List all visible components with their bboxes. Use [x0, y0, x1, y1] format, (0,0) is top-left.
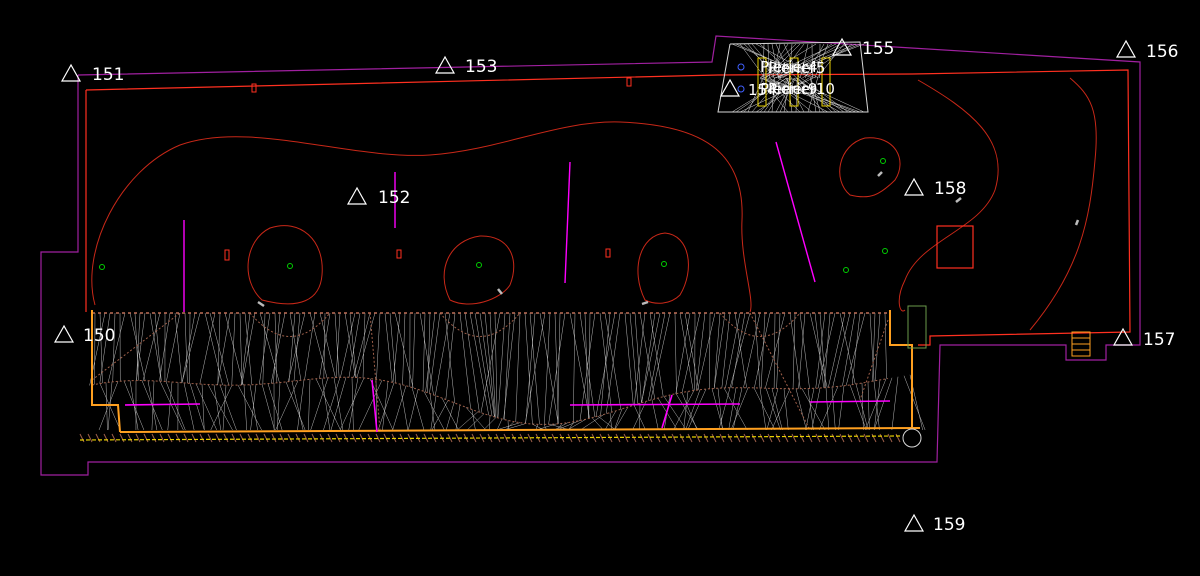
- station-label: 159: [933, 515, 965, 535]
- station-triangle-icon: [346, 186, 368, 205]
- contour-pit-2: [443, 235, 515, 305]
- station-label: 158: [934, 179, 966, 199]
- station-triangle-icon: [1115, 39, 1137, 58]
- work-area-outline: [85, 69, 1131, 346]
- site-boundary: [40, 35, 1141, 476]
- station-label: 156: [1146, 42, 1178, 62]
- contour-pit-1: [247, 225, 323, 305]
- station-158[interactable]: 158: [903, 177, 966, 199]
- station-triangle-icon: [903, 513, 925, 532]
- station-label: 153: [465, 57, 497, 77]
- pier-label: Pierier5: [768, 59, 825, 77]
- station-label: 155: [862, 39, 894, 59]
- station-triangle-icon: [434, 55, 456, 74]
- pier-label: Pierier10: [768, 80, 835, 98]
- equipment-pad: [936, 225, 974, 269]
- station-label: 152: [378, 188, 410, 208]
- station-159[interactable]: 159: [903, 513, 965, 535]
- station-151[interactable]: 151: [60, 63, 124, 85]
- station-label: 151: [92, 65, 124, 85]
- contour-pit-4: [839, 137, 901, 198]
- station-150[interactable]: 150: [53, 324, 115, 346]
- station-triangle-icon: [53, 324, 75, 343]
- contour-far-right: [1029, 77, 1097, 331]
- station-152[interactable]: 152: [346, 186, 410, 208]
- break-lines: [183, 141, 816, 312]
- contour-pit-3: [637, 232, 689, 304]
- contour-upper-region: [91, 121, 752, 313]
- cad-drawing-canvas[interactable]: 150 151 152 153 155 156 157 158 159 Pier…: [0, 0, 1200, 576]
- station-triangle-icon: [60, 63, 82, 82]
- survey-markers: [99, 158, 888, 273]
- station-label: 154: [748, 81, 777, 99]
- pier-label-cluster[interactable]: Pierier4 Pierier5 Pierier9 Pierier10 154: [719, 58, 835, 99]
- station-triangle-icon: [1112, 327, 1134, 346]
- station-label: 150: [83, 326, 115, 346]
- station-triangle-icon: [903, 177, 925, 196]
- station-156[interactable]: 156: [1115, 39, 1178, 62]
- station-label: 157: [1143, 330, 1175, 350]
- top-structure: [717, 41, 869, 113]
